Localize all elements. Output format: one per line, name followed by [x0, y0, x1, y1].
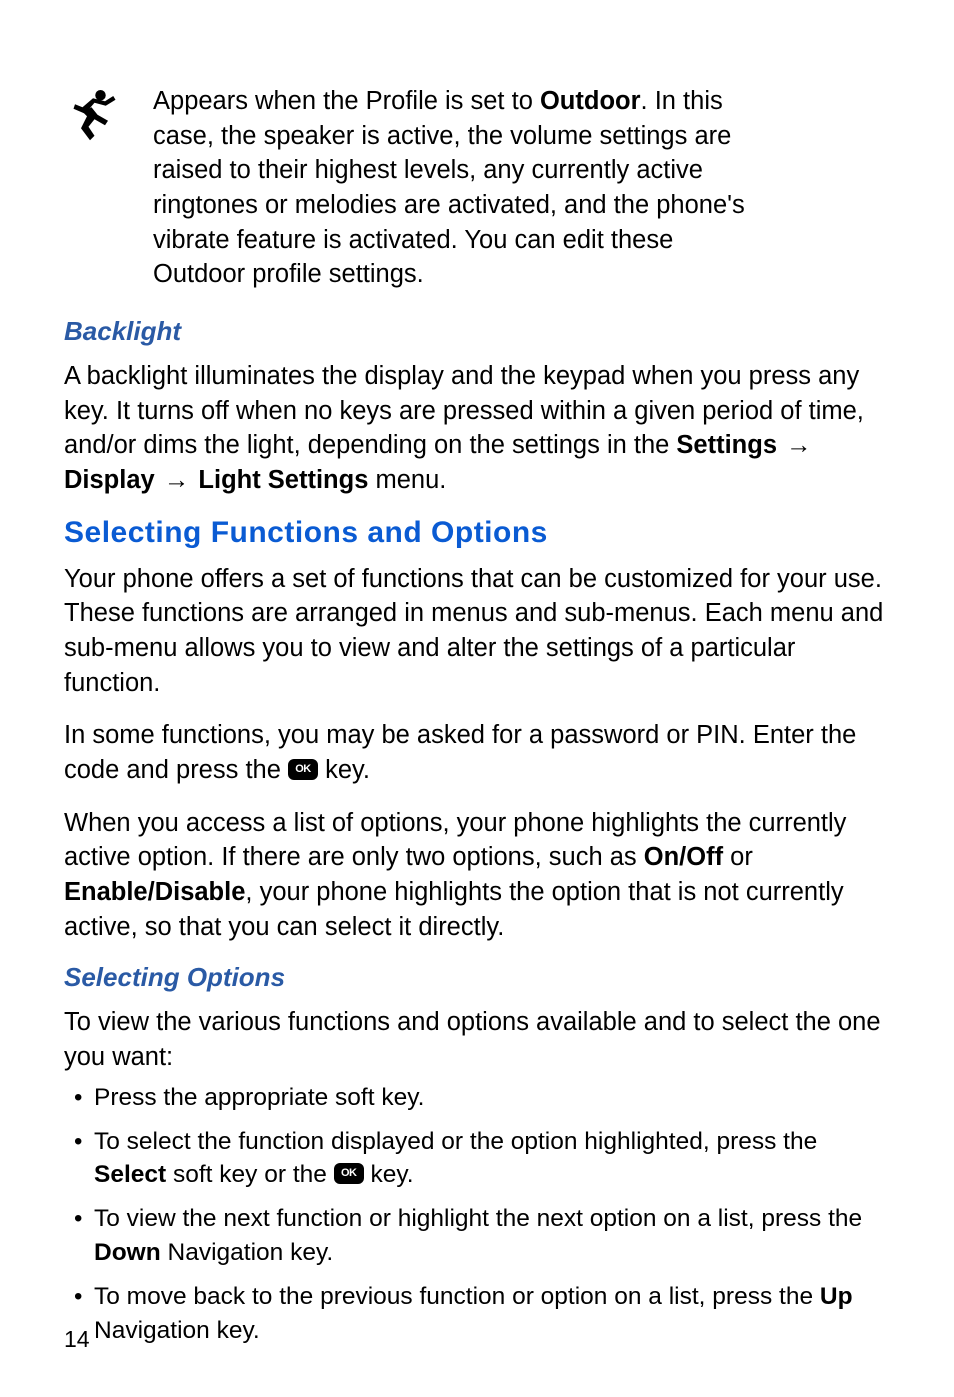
selecting-options-list: Press the appropriate soft key. To selec…	[64, 1081, 896, 1348]
selecting-p1: Your phone offers a set of functions tha…	[64, 562, 896, 701]
text-fragment: Navigation key.	[161, 1239, 334, 1266]
selecting-options-heading: Selecting Options	[64, 962, 896, 993]
text-fragment: To move back to the previous function or…	[94, 1283, 820, 1310]
text-fragment: To view the next function or highlight t…	[94, 1205, 862, 1232]
down-key-label: Down	[94, 1239, 161, 1266]
arrow-icon: →	[784, 428, 814, 463]
text-fragment: Press the appropriate soft key.	[94, 1084, 424, 1111]
text-fragment: Navigation key.	[94, 1317, 260, 1344]
selecting-p2: In some functions, you may be asked for …	[64, 718, 896, 787]
list-item: Press the appropriate soft key.	[72, 1081, 896, 1115]
text-fragment: . In this case, the speaker is active, t…	[153, 87, 745, 288]
page-number: 14	[64, 1326, 90, 1353]
ok-key-icon: OK	[334, 1163, 364, 1184]
arrow-icon: →	[162, 463, 192, 498]
list-item: To select the function displayed or the …	[72, 1125, 896, 1193]
page: Appears when the Profile is set to Outdo…	[0, 0, 954, 1397]
outdoor-icon-description: Appears when the Profile is set to Outdo…	[153, 84, 896, 292]
text-fragment: To select the function displayed or the …	[94, 1128, 817, 1155]
text-fragment: menu.	[368, 466, 446, 494]
list-item: To move back to the previous function or…	[72, 1280, 896, 1348]
outdoor-icon-cell	[64, 84, 127, 148]
list-item: To view the next function or highlight t…	[72, 1202, 896, 1270]
outdoor-running-person-icon	[72, 130, 117, 147]
menu-path-light-settings: Light Settings	[198, 466, 368, 494]
outdoor-icon-row: Appears when the Profile is set to Outdo…	[64, 84, 896, 292]
on-off-label: On/Off	[644, 843, 723, 871]
selecting-options-intro: To view the various functions and option…	[64, 1005, 896, 1074]
up-key-label: Up	[820, 1283, 853, 1310]
menu-path-settings: Settings	[676, 431, 777, 459]
menu-path-display: Display	[64, 466, 155, 494]
ok-key-icon: OK	[288, 759, 318, 780]
text-fragment: In some functions, you may be asked for …	[64, 721, 856, 784]
selecting-functions-heading: Selecting Functions and Options	[64, 516, 896, 550]
backlight-heading: Backlight	[64, 316, 896, 347]
text-fragment: key.	[364, 1161, 414, 1188]
enable-disable-label: Enable/Disable	[64, 878, 245, 906]
text-fragment: or	[723, 843, 753, 871]
backlight-paragraph: A backlight illuminates the display and …	[64, 359, 896, 498]
selecting-p3: When you access a list of options, your …	[64, 806, 896, 945]
select-key-label: Select	[94, 1161, 166, 1188]
text-fragment: Appears when the Profile is set to	[153, 87, 540, 115]
outdoor-bold-label: Outdoor	[540, 87, 641, 115]
text-fragment: key.	[318, 756, 370, 784]
text-fragment: soft key or the	[166, 1161, 334, 1188]
